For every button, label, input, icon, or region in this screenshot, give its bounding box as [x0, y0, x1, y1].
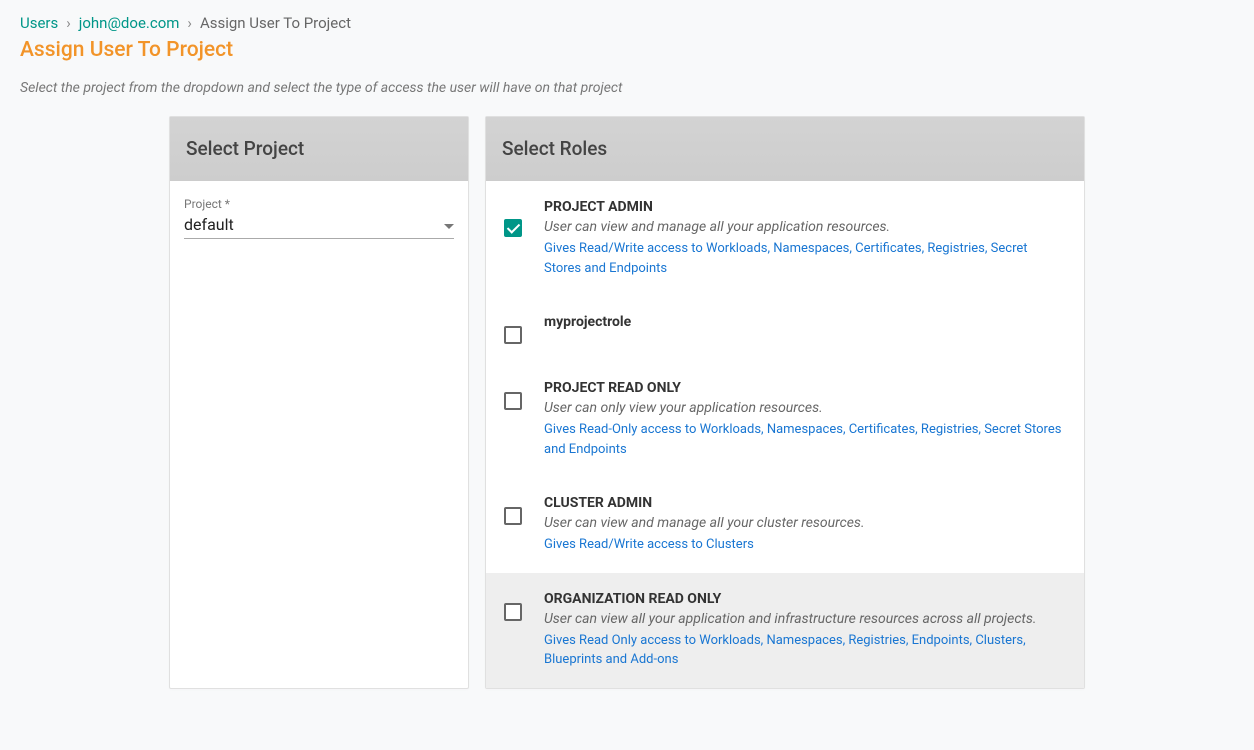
role-name: ORGANIZATION READ ONLY	[544, 591, 1066, 607]
select-roles-header: Select Roles	[486, 117, 1084, 181]
select-roles-panel: Select Roles PROJECT ADMIN User can view …	[485, 116, 1085, 689]
role-content: PROJECT READ ONLY User can only view your…	[544, 380, 1066, 459]
role-access-link[interactable]: Gives Read-Only access to Workloads, Nam…	[544, 420, 1066, 459]
role-access-link[interactable]: Gives Read/Write access to Workloads, Na…	[544, 239, 1066, 278]
role-description: User can only view your application reso…	[544, 400, 1066, 416]
role-content: CLUSTER ADMIN User can view and manage al…	[544, 495, 1066, 555]
role-checkbox[interactable]	[504, 219, 522, 237]
caret-down-icon	[444, 217, 454, 233]
role-item: CLUSTER ADMIN User can view and manage al…	[486, 477, 1084, 573]
role-name: CLUSTER ADMIN	[544, 495, 1066, 511]
role-access-link[interactable]: Gives Read/Write access to Clusters	[544, 535, 1066, 555]
role-item: PROJECT ADMIN User can view and manage al…	[486, 181, 1084, 296]
project-field-label: Project *	[184, 197, 454, 211]
page-subtitle: Select the project from the dropdown and…	[20, 80, 1234, 96]
select-project-header: Select Project	[170, 117, 468, 181]
role-item: myprojectrole	[486, 296, 1084, 362]
role-item: PROJECT READ ONLY User can only view your…	[486, 362, 1084, 477]
role-content: myprojectrole	[544, 314, 1066, 334]
breadcrumb-users-link[interactable]: Users	[20, 14, 58, 32]
role-name: PROJECT ADMIN	[544, 199, 1066, 215]
role-item: ORGANIZATION READ ONLY User can view all …	[486, 573, 1084, 688]
role-checkbox[interactable]	[504, 603, 522, 621]
breadcrumb-current: Assign User To Project	[200, 14, 351, 32]
select-project-panel: Select Project Project * default	[169, 116, 469, 689]
breadcrumb-user-email-link[interactable]: john@doe.com	[79, 14, 180, 32]
role-content: ORGANIZATION READ ONLY User can view all …	[544, 591, 1066, 670]
breadcrumb: Users › john@doe.com › Assign User To Pr…	[20, 14, 1234, 32]
role-name: PROJECT READ ONLY	[544, 380, 1066, 396]
role-checkbox[interactable]	[504, 326, 522, 344]
role-description: User can view all your application and i…	[544, 611, 1066, 627]
role-checkbox[interactable]	[504, 507, 522, 525]
role-name: myprojectrole	[544, 314, 1066, 330]
role-description: User can view and manage all your cluste…	[544, 515, 1066, 531]
role-checkbox[interactable]	[504, 392, 522, 410]
role-access-link[interactable]: Gives Read Only access to Workloads, Nam…	[544, 631, 1066, 670]
breadcrumb-separator: ›	[187, 14, 192, 32]
project-select-value: default	[184, 215, 234, 234]
role-description: User can view and manage all your applic…	[544, 219, 1066, 235]
breadcrumb-separator: ›	[66, 14, 71, 32]
role-content: PROJECT ADMIN User can view and manage al…	[544, 199, 1066, 278]
project-select[interactable]: default	[184, 215, 454, 239]
page-title: Assign User To Project	[20, 38, 1234, 62]
